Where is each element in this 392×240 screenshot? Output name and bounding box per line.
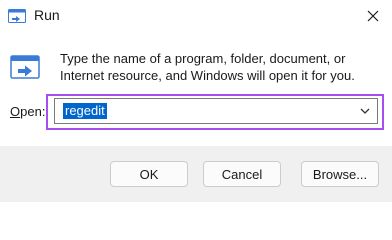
window-title: Run [34, 7, 60, 23]
ok-button[interactable]: OK [110, 161, 188, 187]
dropdown-button[interactable] [357, 103, 373, 119]
open-combobox[interactable]: regedit [54, 98, 378, 124]
browse-button[interactable]: Browse... [301, 161, 379, 187]
close-icon [367, 10, 379, 22]
close-button[interactable] [354, 0, 392, 32]
dialog-body: Type the name of a program, folder, docu… [0, 34, 392, 146]
run-icon [8, 8, 26, 24]
open-label-rest: pen: [20, 104, 46, 119]
open-input-value[interactable]: regedit [63, 103, 107, 119]
open-label: Open: [10, 104, 45, 119]
dialog-description: Type the name of a program, folder, docu… [60, 51, 355, 83]
chevron-down-icon [360, 108, 370, 114]
button-bar: OK Cancel Browse... [0, 146, 392, 202]
run-dialog: Run Type the name of a program, folder, … [0, 0, 392, 202]
title-bar[interactable]: Run [0, 0, 392, 34]
open-label-access-key: O [10, 104, 21, 119]
run-program-icon [10, 52, 40, 82]
cancel-button[interactable]: Cancel [203, 161, 281, 187]
